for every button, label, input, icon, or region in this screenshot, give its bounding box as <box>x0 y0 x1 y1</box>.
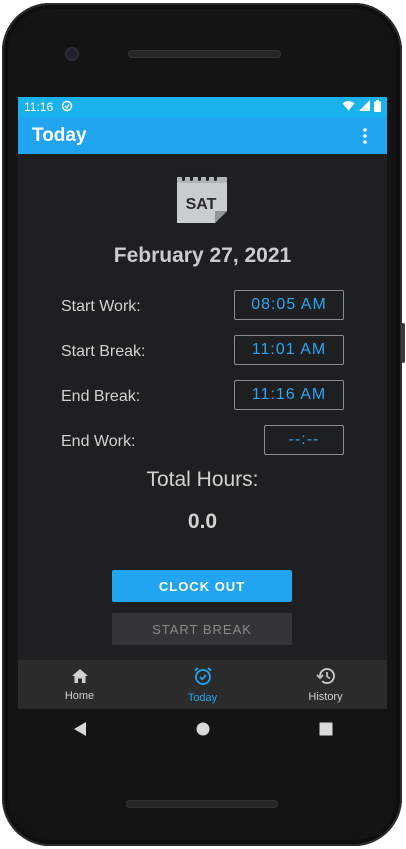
nav-label-home: Home <box>64 689 95 702</box>
main-content: SAT February 27, 2021 Start Work: 08:05 … <box>18 154 387 660</box>
top-speaker <box>128 50 281 58</box>
history-icon <box>315 667 336 688</box>
start-break-button[interactable]: START BREAK <box>112 613 292 645</box>
start-break-label: Start Break: <box>61 343 146 360</box>
current-date: February 27, 2021 <box>113 244 292 267</box>
nav-item-today[interactable]: Today <box>141 660 264 709</box>
front-camera <box>65 47 79 61</box>
nav-item-history[interactable]: History <box>264 660 387 709</box>
app-bar: Today <box>18 117 387 154</box>
calendar-day-text: SAT <box>186 196 217 213</box>
status-time: 11:16 <box>24 100 54 114</box>
status-icons <box>342 99 381 115</box>
system-navigation-bar <box>18 709 387 753</box>
app-screen: 11:16 Today SAT February 27, 2021 Start … <box>18 97 387 709</box>
start-work-label: Start Work: <box>61 298 141 315</box>
wifi-icon <box>342 100 355 114</box>
start-work-time-button[interactable]: 08:05 AM <box>234 290 344 320</box>
page-title: Today <box>32 124 87 146</box>
home-icon <box>71 668 89 687</box>
clock-out-button[interactable]: CLOCK OUT <box>112 570 292 602</box>
start-break-time-button[interactable]: 11:01 AM <box>234 335 344 365</box>
signal-icon <box>359 100 370 114</box>
total-hours-label: Total Hours: <box>146 468 259 491</box>
back-icon[interactable] <box>73 721 87 742</box>
bottom-speaker <box>126 800 278 808</box>
bottom-navigation: Home Today History <box>18 660 387 709</box>
end-work-label: End Work: <box>61 433 136 450</box>
end-break-time-button[interactable]: 11:16 AM <box>234 380 344 410</box>
end-break-label: End Break: <box>61 388 141 405</box>
side-button <box>401 323 405 363</box>
nav-label-history: History <box>308 690 343 703</box>
calendar-day-icon: SAT <box>175 171 229 225</box>
total-hours-value: 0.0 <box>187 510 218 533</box>
end-work-time-button[interactable]: --:-- <box>264 425 344 455</box>
alarm-check-icon <box>193 666 213 689</box>
home-circle-icon[interactable] <box>196 722 210 741</box>
status-bar: 11:16 <box>18 97 387 117</box>
nav-item-home[interactable]: Home <box>18 660 141 709</box>
overflow-menu-icon[interactable] <box>357 127 373 144</box>
battery-icon <box>374 99 381 115</box>
sync-icon <box>61 100 73 115</box>
nav-label-today: Today <box>187 691 218 704</box>
recents-icon[interactable] <box>319 722 333 741</box>
